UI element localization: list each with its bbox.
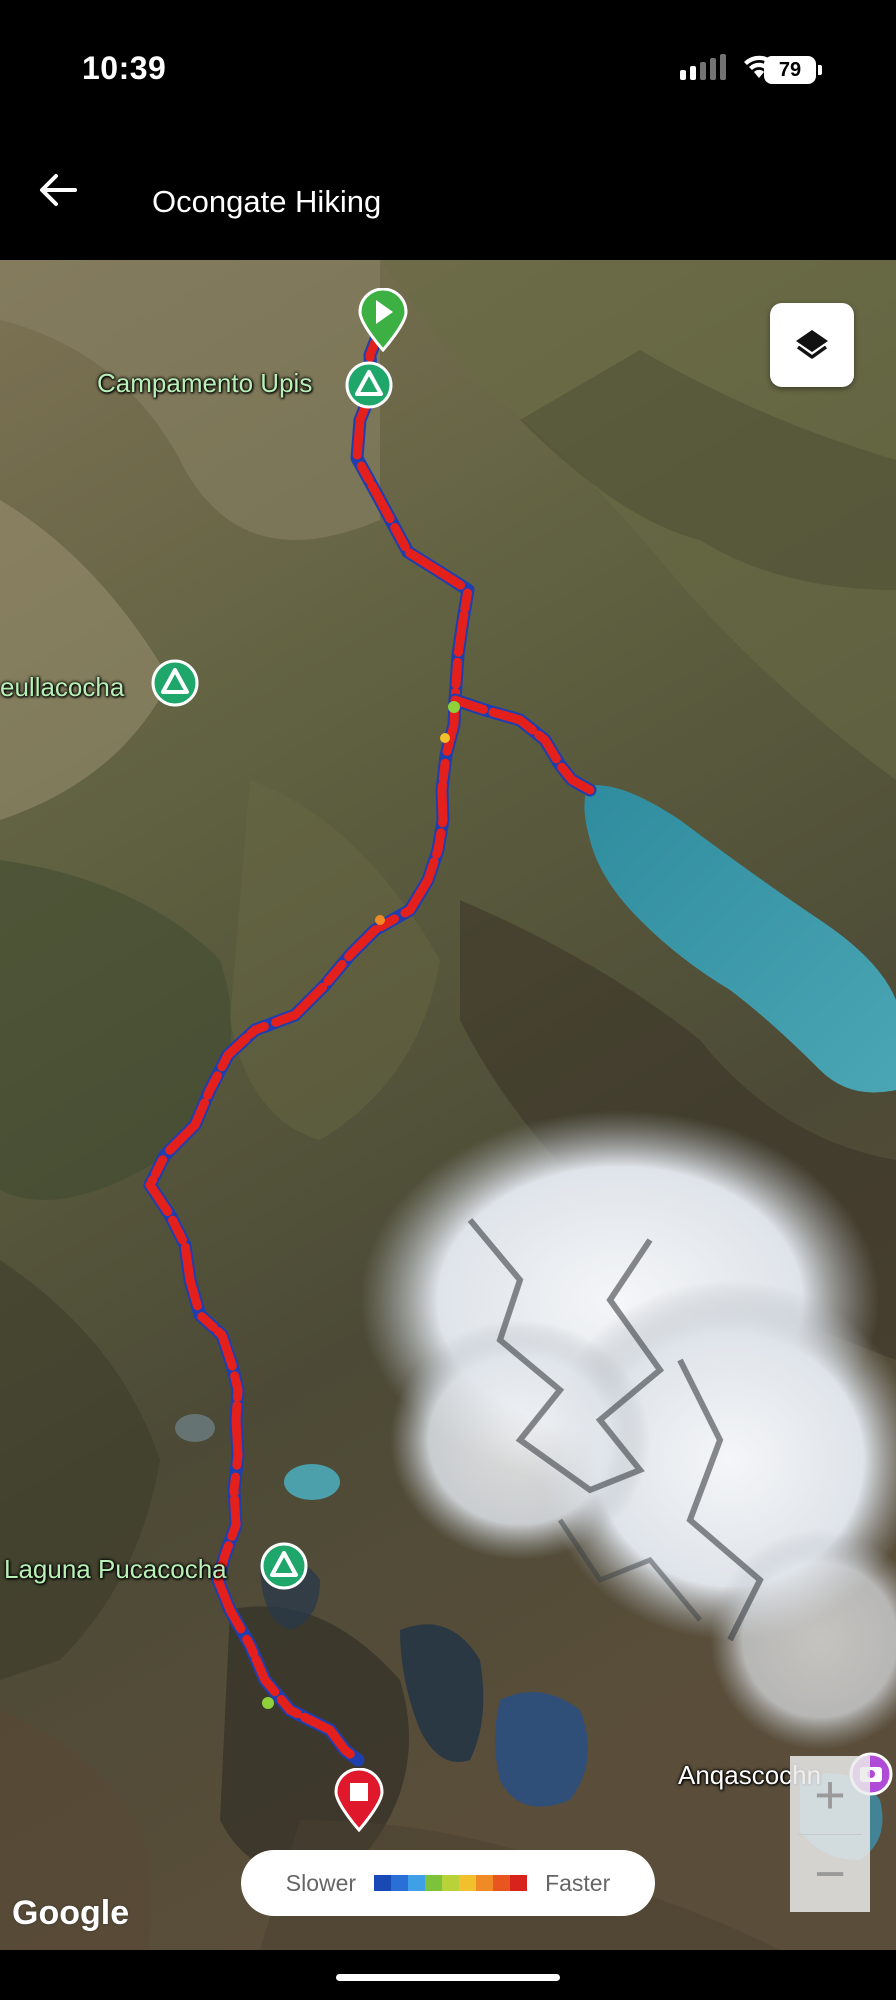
place-label-pucacocha: Laguna Pucacocha [4,1554,227,1584]
start-marker[interactable] [358,288,408,352]
place-label-sibinacocha: eullacocha [0,672,125,702]
legend-faster-label: Faster [545,1869,611,1896]
arrow-left-icon [40,174,77,206]
camp-marker[interactable] [344,360,394,410]
status-bar: 10:39 79 [0,0,896,140]
signal-icon [680,54,726,80]
status-icons [680,54,776,80]
layers-icon [796,330,828,359]
status-time: 10:39 [82,50,167,86]
finish-marker[interactable] [334,1768,384,1832]
home-indicator[interactable] [336,1974,560,1981]
home-bar [0,1950,896,2000]
place-label-upis: Campamento Upis [97,368,313,398]
legend-color-bar [374,1875,528,1891]
satellite-terrain [0,260,896,1950]
battery-icon: 79 [764,56,822,84]
zoom-control: + − [790,1756,870,1912]
camp-marker[interactable] [259,1541,309,1591]
back-button[interactable] [30,162,86,218]
speed-legend: Slower Faster [241,1850,655,1916]
app-header: Ocongate Hiking [0,140,896,260]
page-title: Ocongate Hiking [152,184,382,219]
map-view[interactable]: Campamento Upis eullacocha Laguna Pucaco… [0,260,896,1950]
camp-marker[interactable] [150,658,200,708]
zoom-in-button[interactable]: + [790,1756,870,1834]
battery-level: 79 [764,56,816,84]
google-attribution: Google [12,1894,130,1932]
zoom-out-button[interactable]: − [790,1835,870,1913]
layers-button[interactable] [770,303,854,387]
legend-slower-label: Slower [285,1869,357,1896]
